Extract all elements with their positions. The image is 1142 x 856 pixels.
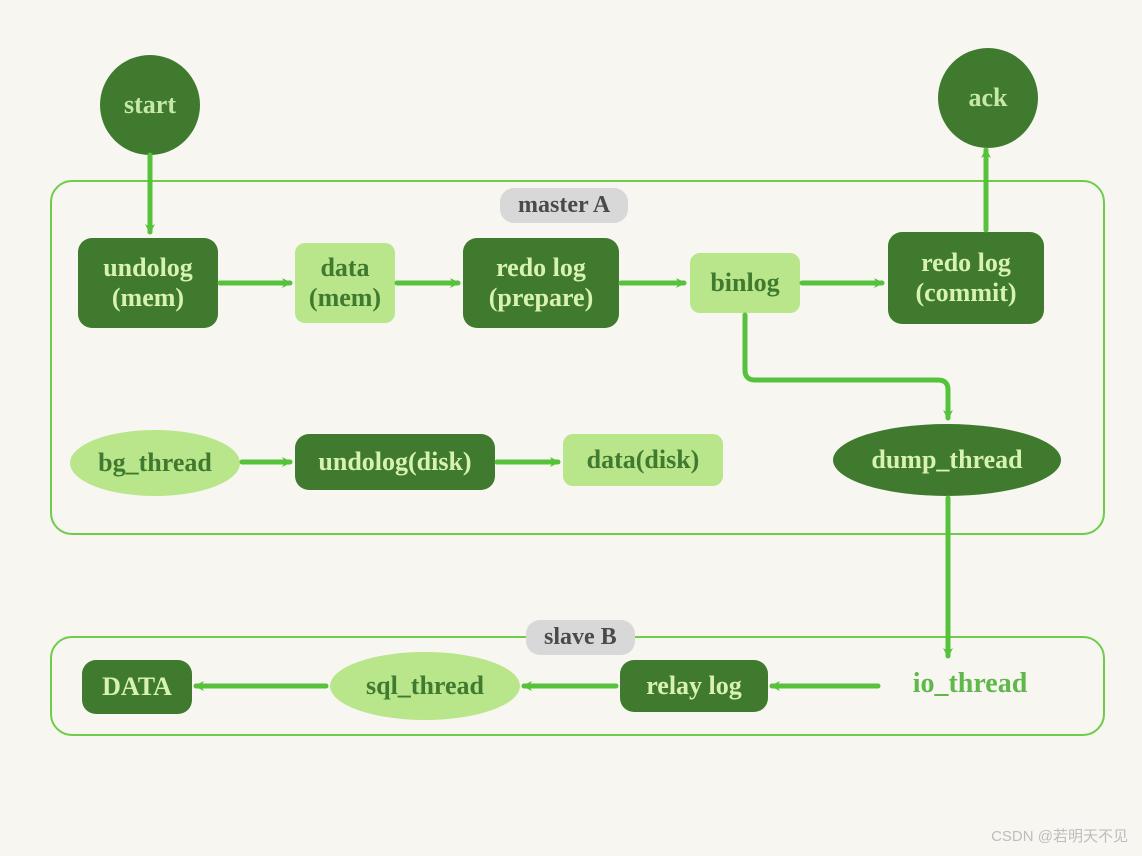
binlog-node: binlog — [690, 253, 800, 313]
sql-thread: sql_thread — [330, 652, 520, 720]
redolog-prepare: redo log (prepare) — [463, 238, 619, 328]
dump-thread: dump_thread — [833, 424, 1061, 496]
undolog-disk: undolog(disk) — [295, 434, 495, 490]
relay-log: relay log — [620, 660, 768, 712]
io-thread: io_thread — [885, 662, 1055, 707]
bg-thread: bg_thread — [70, 430, 240, 496]
redolog-commit: redo log (commit) — [888, 232, 1044, 324]
start-node: start — [100, 55, 200, 155]
slave-label: slave B — [526, 620, 635, 655]
data-disk: data(disk) — [563, 434, 723, 486]
master-label: master A — [500, 188, 628, 223]
watermark: CSDN @若明天不见 — [991, 825, 1128, 846]
ack-node: ack — [938, 48, 1038, 148]
data-mem: data (mem) — [295, 243, 395, 323]
data-final: DATA — [82, 660, 192, 714]
undolog-mem: undolog (mem) — [78, 238, 218, 328]
